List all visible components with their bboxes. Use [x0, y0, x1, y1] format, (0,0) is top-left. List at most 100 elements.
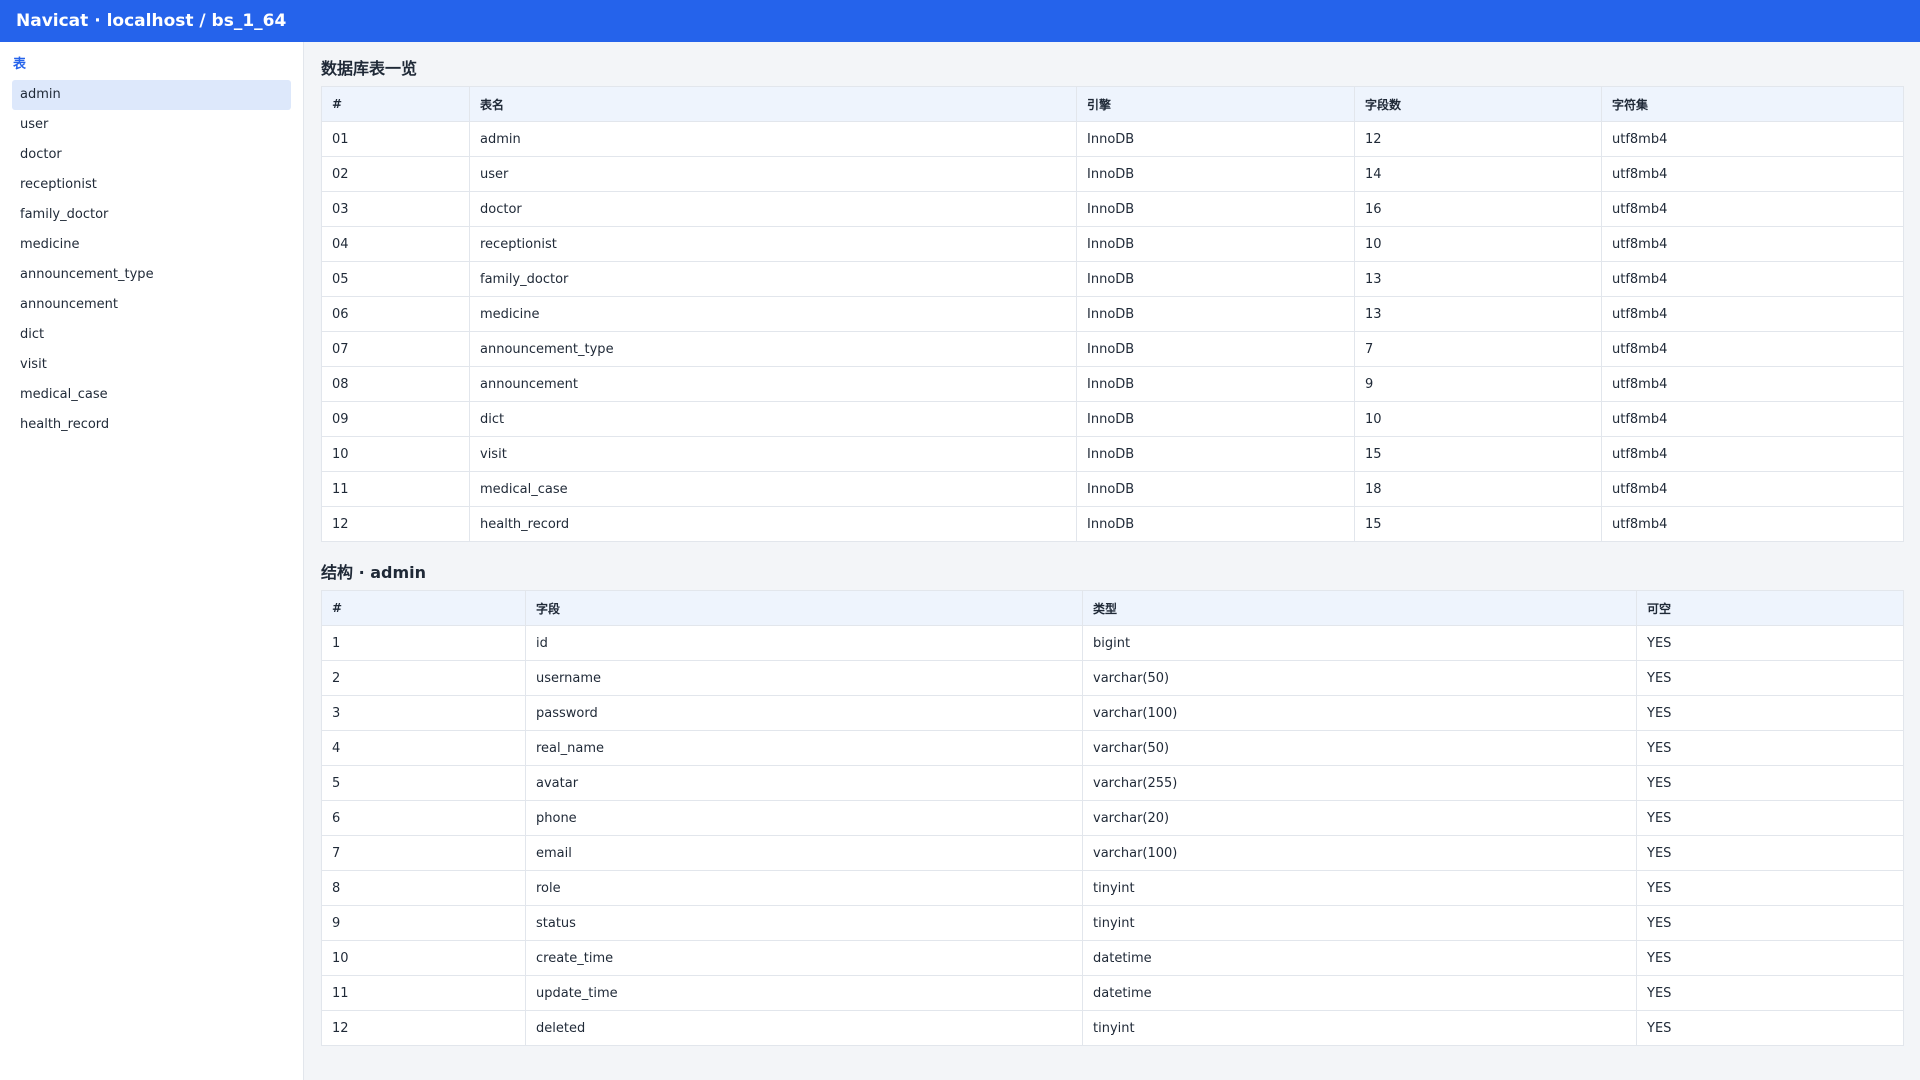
- table-cell: admin: [469, 121, 1077, 157]
- table-row[interactable]: 11 update_time datetime YES: [321, 975, 1904, 1011]
- window-title-bar: Navicat · localhost / bs_1_64: [0, 0, 1920, 42]
- sidebar-item-announcement[interactable]: announcement: [12, 290, 291, 320]
- table-row[interactable]: 05 family_doctor InnoDB 13 utf8mb4: [321, 261, 1904, 297]
- table-cell: deleted: [525, 1010, 1083, 1046]
- column-header[interactable]: 表名: [469, 86, 1077, 122]
- table-cell: utf8mb4: [1601, 401, 1904, 437]
- table-row[interactable]: 12 deleted tinyint YES: [321, 1010, 1904, 1046]
- table-row[interactable]: 09 dict InnoDB 10 utf8mb4: [321, 401, 1904, 437]
- table-row[interactable]: 06 medicine InnoDB 13 utf8mb4: [321, 296, 1904, 332]
- table-cell: status: [525, 905, 1083, 941]
- table-cell: utf8mb4: [1601, 331, 1904, 367]
- table-cell: varchar(255): [1082, 765, 1637, 801]
- sidebar-item-medical-case[interactable]: medical_case: [12, 380, 291, 410]
- table-cell: 13: [1354, 261, 1602, 297]
- table-cell: password: [525, 695, 1083, 731]
- table-cell: 6: [321, 800, 526, 836]
- sidebar-item-doctor[interactable]: doctor: [12, 140, 291, 170]
- table-row[interactable]: 1 id bigint YES: [321, 625, 1904, 661]
- table-row[interactable]: 03 doctor InnoDB 16 utf8mb4: [321, 191, 1904, 227]
- table-cell: 08: [321, 366, 470, 402]
- table-row[interactable]: 4 real_name varchar(50) YES: [321, 730, 1904, 766]
- table-cell: 10: [1354, 401, 1602, 437]
- table-cell: 4: [321, 730, 526, 766]
- table-row[interactable]: 5 avatar varchar(255) YES: [321, 765, 1904, 801]
- table-row[interactable]: 10 visit InnoDB 15 utf8mb4: [321, 436, 1904, 472]
- table-cell: YES: [1636, 625, 1904, 661]
- column-header[interactable]: 可空: [1636, 590, 1904, 626]
- table-cell: phone: [525, 800, 1083, 836]
- sidebar-item-health-record[interactable]: health_record: [12, 410, 291, 440]
- table-cell: announcement_type: [469, 331, 1077, 367]
- table-cell: InnoDB: [1076, 366, 1355, 402]
- table-cell: medicine: [469, 296, 1077, 332]
- table-cell: varchar(50): [1082, 660, 1637, 696]
- table-cell: YES: [1636, 730, 1904, 766]
- table-cell: 11: [321, 975, 526, 1011]
- table-cell: receptionist: [469, 226, 1077, 262]
- table-cell: YES: [1636, 800, 1904, 836]
- table-cell: 09: [321, 401, 470, 437]
- table-cell: 10: [321, 436, 470, 472]
- table-cell: 15: [1354, 506, 1602, 542]
- table-cell: varchar(100): [1082, 835, 1637, 871]
- sidebar-heading: 表: [13, 57, 27, 72]
- table-cell: InnoDB: [1076, 331, 1355, 367]
- table-cell: YES: [1636, 660, 1904, 696]
- column-header[interactable]: #: [321, 86, 470, 122]
- sidebar-item-announcement-type[interactable]: announcement_type: [12, 260, 291, 290]
- sidebar-item-admin[interactable]: admin: [12, 80, 291, 110]
- column-header[interactable]: 字段: [525, 590, 1083, 626]
- column-header[interactable]: 字符集: [1601, 86, 1904, 122]
- table-cell: YES: [1636, 765, 1904, 801]
- table-row[interactable]: 6 phone varchar(20) YES: [321, 800, 1904, 836]
- table-cell: InnoDB: [1076, 436, 1355, 472]
- table-cell: 8: [321, 870, 526, 906]
- table-cell: 10: [321, 940, 526, 976]
- table-cell: tinyint: [1082, 905, 1637, 941]
- table-row[interactable]: 04 receptionist InnoDB 10 utf8mb4: [321, 226, 1904, 262]
- table-cell: varchar(20): [1082, 800, 1637, 836]
- table-cell: InnoDB: [1076, 296, 1355, 332]
- table-cell: user: [469, 156, 1077, 192]
- table-row[interactable]: 10 create_time datetime YES: [321, 940, 1904, 976]
- table-cell: 7: [1354, 331, 1602, 367]
- table-cell: utf8mb4: [1601, 121, 1904, 157]
- table-row[interactable]: 3 password varchar(100) YES: [321, 695, 1904, 731]
- table-cell: 9: [321, 905, 526, 941]
- table-row[interactable]: 01 admin InnoDB 12 utf8mb4: [321, 121, 1904, 157]
- table-cell: real_name: [525, 730, 1083, 766]
- sidebar-item-family-doctor[interactable]: family_doctor: [12, 200, 291, 230]
- table-cell: 03: [321, 191, 470, 227]
- column-header[interactable]: 字段数: [1354, 86, 1602, 122]
- table-cell: InnoDB: [1076, 121, 1355, 157]
- table-cell: 15: [1354, 436, 1602, 472]
- table-row[interactable]: 2 username varchar(50) YES: [321, 660, 1904, 696]
- table-row[interactable]: 9 status tinyint YES: [321, 905, 1904, 941]
- table-row[interactable]: 02 user InnoDB 14 utf8mb4: [321, 156, 1904, 192]
- column-header[interactable]: 引擎: [1076, 86, 1355, 122]
- table-cell: InnoDB: [1076, 471, 1355, 507]
- table-row[interactable]: 12 health_record InnoDB 15 utf8mb4: [321, 506, 1904, 542]
- table-row[interactable]: 07 announcement_type InnoDB 7 utf8mb4: [321, 331, 1904, 367]
- sidebar-item-receptionist[interactable]: receptionist: [12, 170, 291, 200]
- table-cell: YES: [1636, 1010, 1904, 1046]
- column-header[interactable]: #: [321, 590, 526, 626]
- sidebar-item-dict[interactable]: dict: [12, 320, 291, 350]
- table-row[interactable]: 7 email varchar(100) YES: [321, 835, 1904, 871]
- sidebar-item-medicine[interactable]: medicine: [12, 230, 291, 260]
- table-cell: 9: [1354, 366, 1602, 402]
- table-cell: email: [525, 835, 1083, 871]
- column-header[interactable]: 类型: [1082, 590, 1637, 626]
- table-cell: 07: [321, 331, 470, 367]
- table-row[interactable]: 08 announcement InnoDB 9 utf8mb4: [321, 366, 1904, 402]
- table-cell: avatar: [525, 765, 1083, 801]
- table-cell: InnoDB: [1076, 156, 1355, 192]
- table-row[interactable]: 8 role tinyint YES: [321, 870, 1904, 906]
- table-row[interactable]: 11 medical_case InnoDB 18 utf8mb4: [321, 471, 1904, 507]
- table-cell: dict: [469, 401, 1077, 437]
- sidebar-item-visit[interactable]: visit: [12, 350, 291, 380]
- table-cell: InnoDB: [1076, 401, 1355, 437]
- sidebar-item-user[interactable]: user: [12, 110, 291, 140]
- table-cell: 2: [321, 660, 526, 696]
